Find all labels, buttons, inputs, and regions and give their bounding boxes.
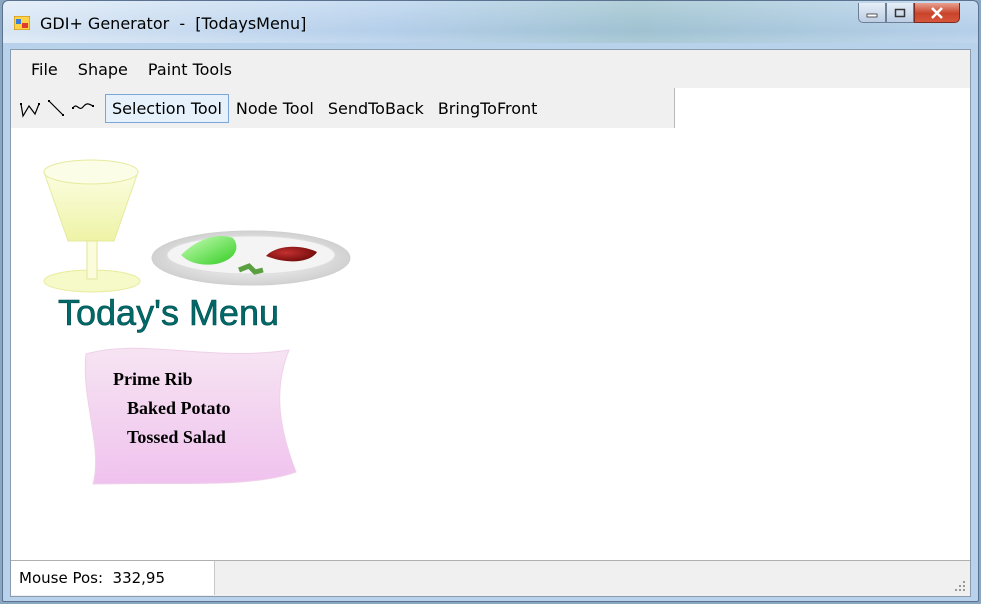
minimize-icon [866,13,878,17]
caption-buttons [858,3,960,25]
menu-file[interactable]: File [21,54,68,85]
client-area: File Shape Paint Tools Selection Tool No… [10,49,971,597]
title-bar[interactable]: GDI+ Generator - [TodaysMenu] [3,1,978,43]
wine-glass-shape[interactable] [43,159,141,293]
send-to-back-button[interactable]: SendToBack [321,94,431,123]
menu-item-tossed-salad: Tossed Salad [127,427,226,447]
app-window: GDI+ Generator - [TodaysMenu] File Shape… [2,0,979,602]
toolbar: Selection Tool Node Tool SendToBack Brin… [11,88,675,128]
window-title: GDI+ Generator - [TodaysMenu] [40,14,307,33]
resize-grip-icon[interactable] [954,580,966,592]
menu-item-baked-potato: Baked Potato [127,398,231,418]
node-tool-button[interactable]: Node Tool [229,94,321,123]
menu-bar: File Shape Paint Tools [11,50,970,88]
selection-tool-button[interactable]: Selection Tool [105,93,229,123]
menu-paint-tools[interactable]: Paint Tools [138,54,242,85]
close-icon [931,6,943,19]
bring-to-front-button[interactable]: BringToFront [431,94,545,123]
menu-shape[interactable]: Shape [68,54,138,85]
maximize-button[interactable] [886,3,914,23]
close-button[interactable] [914,3,960,23]
plate-shape[interactable] [151,230,351,286]
status-bar: Mouse Pos: 332,95 [11,560,970,596]
line-icon[interactable] [45,96,69,120]
menu-banner-shape[interactable]: Prime Rib Baked Potato Tossed Salad [84,347,297,485]
polyline-icon[interactable] [19,96,43,120]
menu-heading[interactable]: Today's Menu [58,292,280,334]
canvas-drawing: Today's Menu Prime Rib Baked Potato Toss… [43,159,351,485]
maximize-icon [894,8,906,17]
toolbar-empty-area [675,88,970,128]
minimize-button[interactable] [858,3,886,23]
menu-item-prime-rib: Prime Rib [113,369,192,389]
app-icon [14,16,30,30]
drawing-canvas[interactable]: Today's Menu Prime Rib Baked Potato Toss… [11,128,970,562]
curve-icon[interactable] [71,96,95,120]
mouse-position-label: Mouse Pos: 332,95 [11,561,215,595]
